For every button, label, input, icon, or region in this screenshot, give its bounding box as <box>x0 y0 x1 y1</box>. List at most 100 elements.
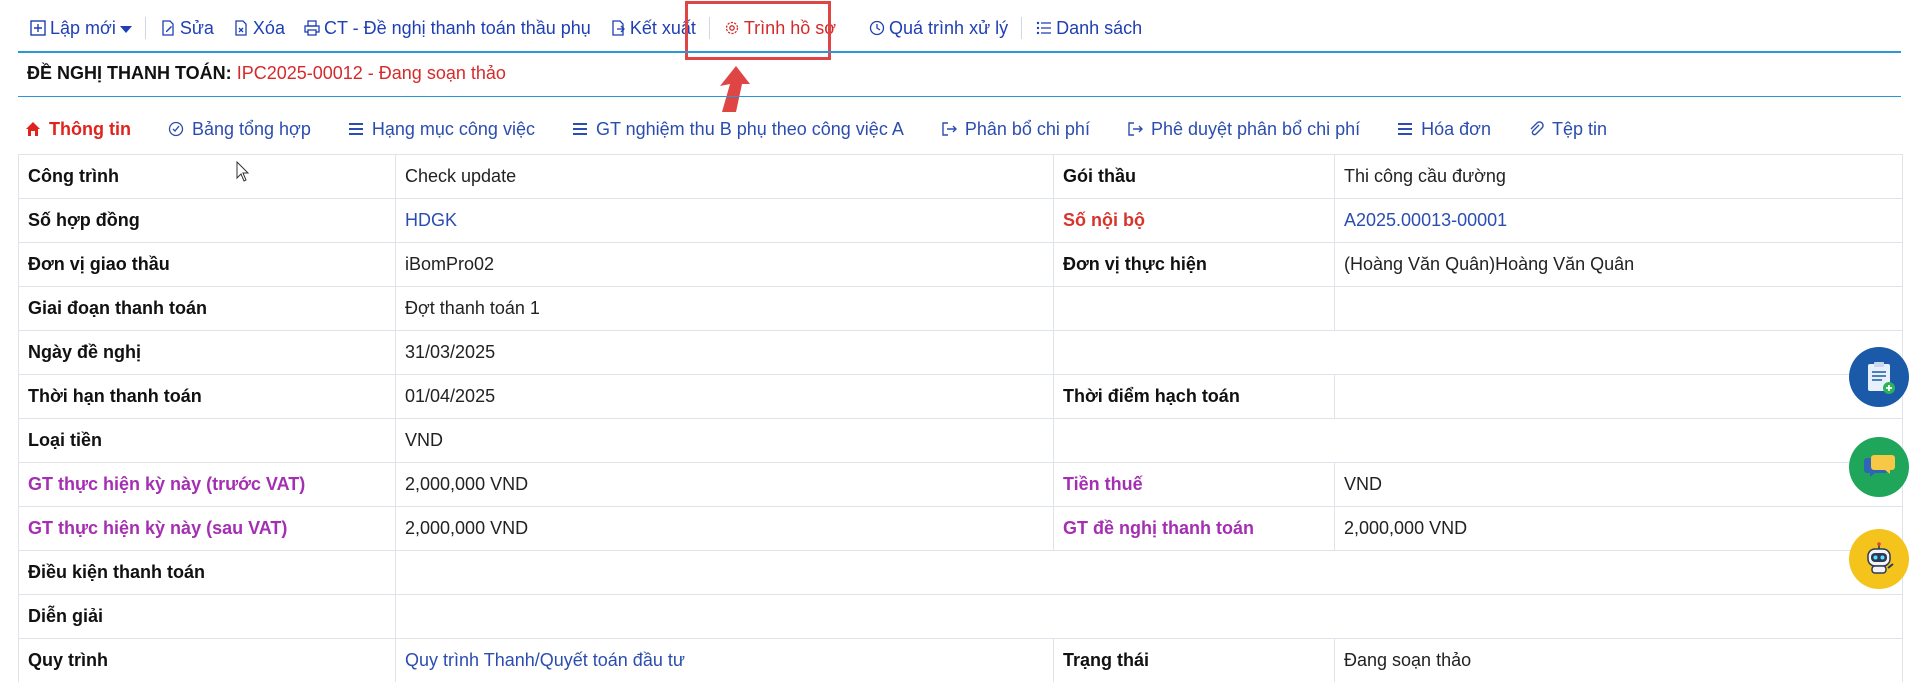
table-row: Ngày đề nghị 31/03/2025 <box>18 330 1903 375</box>
tab-acceptance[interactable]: GT nghiệm thu B phụ theo công việc A <box>571 119 904 140</box>
chat-bubble-icon <box>1864 455 1895 477</box>
print-button[interactable]: CT - Đề nghị thanh toán thầu phụ <box>294 8 600 48</box>
delete-button[interactable]: Xóa <box>223 8 294 48</box>
pointer-arrow-icon <box>720 66 750 112</box>
tab-bar: Thông tin Bảng tổng hợp Hạng mục công vi… <box>24 113 1643 145</box>
field-label: Trạng thái <box>1053 638 1335 682</box>
edit-button[interactable]: Sửa <box>150 8 223 48</box>
delete-file-icon <box>232 19 250 37</box>
edit-icon <box>159 19 177 37</box>
field-label: Tiền thuế <box>1053 462 1335 507</box>
table-row: Loại tiền VND <box>18 418 1903 463</box>
toolbar-divider-line <box>18 51 1901 53</box>
tab-cost-allocation[interactable]: Phân bổ chi phí <box>940 119 1090 140</box>
table-row: Thời hạn thanh toán 01/04/2025 Thời điểm… <box>18 374 1903 419</box>
field-value: 2,000,000 VND <box>395 462 1054 507</box>
field-value: VND <box>1334 462 1903 507</box>
new-button[interactable]: Lập mới <box>20 8 141 48</box>
chat-fab[interactable] <box>1849 437 1909 497</box>
tab-cost-approval[interactable]: Phê duyệt phân bổ chi phí <box>1126 119 1360 140</box>
table-row: Giai đoạn thanh toán Đợt thanh toán 1 <box>18 286 1903 331</box>
field-label: GT thực hiện kỳ này (sau VAT) <box>18 506 396 551</box>
page-title-value: IPC2025-00012 - Đang soạn thảo <box>236 63 506 83</box>
chevron-down-icon <box>119 26 132 33</box>
field-label: GT đề nghị thanh toán <box>1053 506 1335 551</box>
field-label: Diễn giải <box>18 594 396 639</box>
toolbar-divider <box>144 17 146 39</box>
sign-out-icon <box>1126 120 1144 138</box>
field-value: 01/04/2025 <box>395 374 1054 419</box>
table-row: GT thực hiện kỳ này (trước VAT) 2,000,00… <box>18 462 1903 507</box>
table-row: Quy trình Quy trình Thanh/Quyết toán đầu… <box>18 638 1903 682</box>
field-value: Check update <box>395 154 1054 199</box>
tab-acceptance-label: GT nghiệm thu B phụ theo công việc A <box>595 118 904 139</box>
field-label: Giai đoạn thanh toán <box>18 286 396 331</box>
field-label: Số nội bộ <box>1053 198 1335 243</box>
paperclip-icon <box>1527 120 1545 138</box>
tab-cost-allocation-label: Phân bổ chi phí <box>964 118 1090 139</box>
workflow-link[interactable]: Quy trình Thanh/Quyết toán đầu tư <box>395 638 1054 682</box>
table-row: Công trình Check update Gói thầu Thi côn… <box>18 154 1903 199</box>
field-value: VND <box>395 418 1054 463</box>
field-label: Thời hạn thanh toán <box>18 374 396 419</box>
add-document-fab[interactable] <box>1849 347 1909 407</box>
field-value: Đang soạn thảo <box>1334 638 1903 682</box>
field-value: Đợt thanh toán 1 <box>395 286 1054 331</box>
info-table: Công trình Check update Gói thầu Thi côn… <box>18 154 1903 682</box>
bars-icon <box>347 120 365 138</box>
tab-summary[interactable]: Bảng tổng hợp <box>167 119 311 140</box>
field-value: iBomPro02 <box>395 242 1054 287</box>
robot-icon <box>1867 542 1894 574</box>
tab-files[interactable]: Tệp tin <box>1527 119 1607 140</box>
list-icon <box>1035 19 1053 37</box>
field-value <box>1334 286 1903 331</box>
page-title: ĐỀ NGHỊ THANH TOÁN: IPC2025-00012 - Đang… <box>27 63 506 84</box>
process-history-button[interactable]: Quá trình xử lý <box>859 8 1017 48</box>
tab-cost-approval-label: Phê duyệt phân bổ chi phí <box>1150 118 1361 139</box>
table-row: Số hợp đồng HDGK Số nội bộ A2025.00013-0… <box>18 198 1903 243</box>
list-button-label: Danh sách <box>1056 17 1143 38</box>
field-label: Loại tiền <box>18 418 396 463</box>
home-icon <box>24 120 42 138</box>
printer-icon <box>303 19 321 37</box>
bars-icon <box>1396 120 1414 138</box>
field-label <box>1053 286 1335 331</box>
edit-button-label: Sửa <box>179 17 214 38</box>
delete-button-label: Xóa <box>252 17 285 38</box>
contract-link[interactable]: HDGK <box>395 198 1054 243</box>
table-row: Điều kiện thanh toán <box>18 550 1903 595</box>
field-value: 31/03/2025 <box>395 330 1054 375</box>
field-value <box>1334 374 1903 419</box>
new-button-label: Lập mới <box>50 17 116 38</box>
table-row: Đơn vị giao thầu iBomPro02 Đơn vị thực h… <box>18 242 1903 287</box>
list-button[interactable]: Danh sách <box>1026 8 1151 48</box>
tab-invoice[interactable]: Hóa đơn <box>1396 119 1491 140</box>
sign-out-icon <box>940 120 958 138</box>
page-title-label: ĐỀ NGHỊ THANH TOÁN: <box>27 63 232 83</box>
support-bot-fab[interactable] <box>1849 529 1909 589</box>
field-value <box>395 550 1903 595</box>
mouse-cursor-icon <box>236 161 250 182</box>
internal-number-link[interactable]: A2025.00013-00001 <box>1334 198 1903 243</box>
clock-icon <box>868 19 886 37</box>
field-value: 2,000,000 VND <box>395 506 1054 551</box>
tab-work-items-label: Hạng mục công việc <box>371 118 535 139</box>
toolbar-divider <box>1021 17 1023 39</box>
plus-square-icon <box>29 19 47 37</box>
check-circle-icon <box>167 120 185 138</box>
field-label: GT thực hiện kỳ này (trước VAT) <box>18 462 396 507</box>
field-label: Ngày đề nghị <box>18 330 396 375</box>
tab-work-items[interactable]: Hạng mục công việc <box>347 119 535 140</box>
toolbar: Lập mới Sửa Xóa CT - Đề nghị thanh toán … <box>20 8 1151 48</box>
field-value: Thi công cầu đường <box>1334 154 1903 199</box>
title-divider-line <box>18 96 1901 97</box>
field-label: Quy trình <box>18 638 396 682</box>
process-history-label: Quá trình xử lý <box>889 17 1009 38</box>
field-value: (Hoàng Văn Quân)Hoàng Văn Quân <box>1334 242 1903 287</box>
tab-info[interactable]: Thông tin <box>24 119 131 140</box>
field-value <box>395 594 1903 639</box>
tab-summary-label: Bảng tổng hợp <box>191 118 311 139</box>
table-row: Diễn giải <box>18 594 1903 639</box>
tab-info-label: Thông tin <box>49 118 131 139</box>
field-label: Số hợp đồng <box>18 198 396 243</box>
